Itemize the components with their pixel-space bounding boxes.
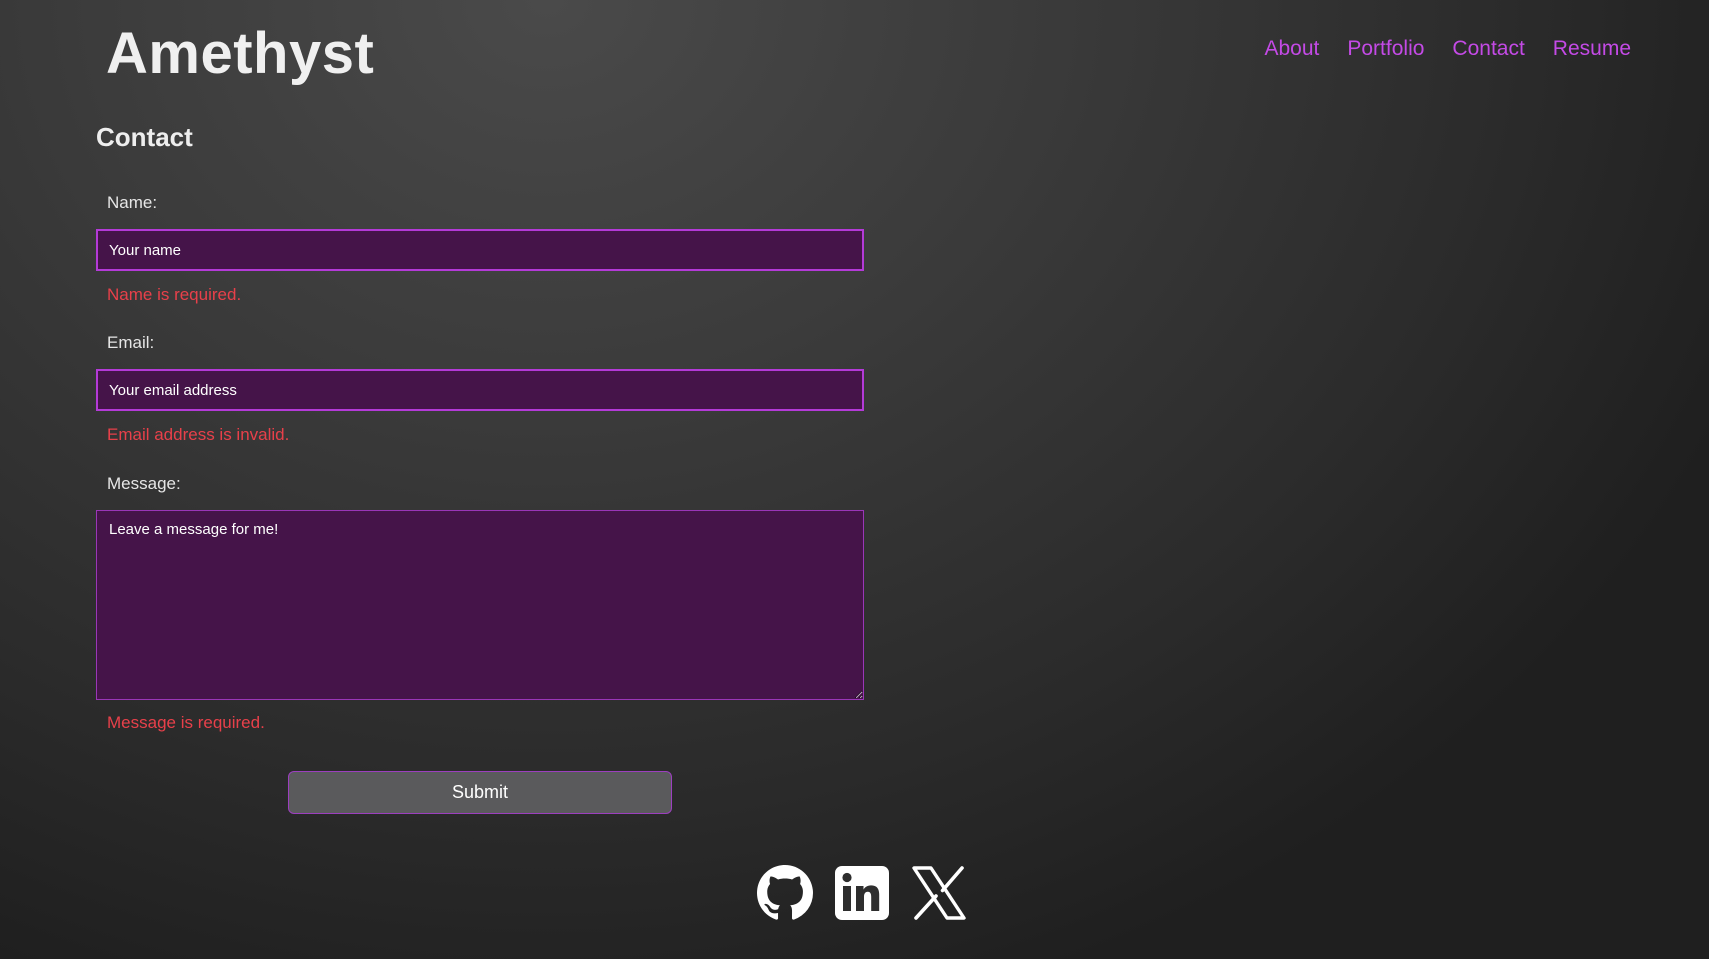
linkedin-link[interactable] [834,865,890,921]
name-error: Name is required. [107,285,242,304]
email-label: Email: [107,333,155,352]
social-links [757,865,967,921]
email-input[interactable] [96,369,864,411]
linkedin-icon [835,866,889,920]
nav-link-resume[interactable]: Resume [1553,34,1631,64]
site-brand: Amethyst [106,21,375,86]
nav-link-portfolio[interactable]: Portfolio [1347,34,1424,64]
message-textarea[interactable] [96,510,864,700]
message-error: Message is required. [107,713,265,732]
name-input[interactable] [96,229,864,271]
nav-link-about[interactable]: About [1264,34,1319,64]
x-link[interactable] [911,865,967,921]
email-error: Email address is invalid. [107,425,290,444]
nav-link-contact[interactable]: Contact [1452,34,1524,64]
name-label: Name: [107,193,158,212]
github-icon [757,865,813,920]
message-label: Message: [107,474,181,493]
site-header: Amethyst About Portfolio Contact Resume [0,0,1709,110]
main-nav: About Portfolio Contact Resume [1264,34,1631,64]
x-icon [912,866,966,920]
submit-button[interactable]: Submit [288,771,672,814]
github-link[interactable] [757,865,813,921]
page-title: Contact [96,122,193,152]
